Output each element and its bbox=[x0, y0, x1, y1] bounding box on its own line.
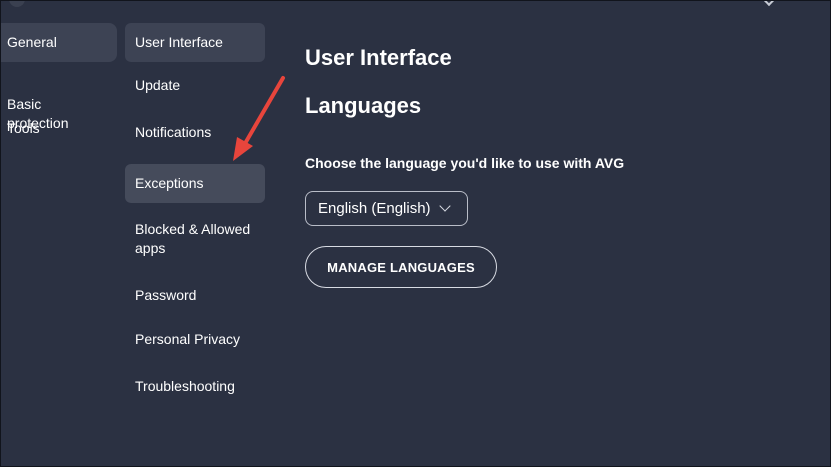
subnav-item-label: Personal Privacy bbox=[135, 331, 241, 347]
manage-languages-label: MANAGE LANGUAGES bbox=[327, 259, 475, 275]
subnav-item-password[interactable]: Password bbox=[125, 274, 265, 316]
subnav-item-blocked-allowed-apps[interactable]: Blocked & Allowed apps bbox=[125, 211, 265, 273]
language-select[interactable]: English (English) bbox=[305, 191, 468, 226]
language-choice-label: Choose the language you'd like to use wi… bbox=[305, 155, 625, 171]
subnav-item-label: Password bbox=[135, 286, 197, 303]
page-title: User Interface bbox=[305, 45, 452, 70]
subnav-item-notifications[interactable]: Notifications bbox=[125, 109, 265, 156]
secondary-sidebar: User Interface Update Notifications Exce… bbox=[125, 23, 265, 410]
primary-sidebar: General Basic protection Tools bbox=[1, 23, 117, 149]
subnav-item-personal-privacy[interactable]: Personal Privacy bbox=[125, 316, 265, 363]
subnav-item-exceptions[interactable]: Exceptions bbox=[125, 164, 265, 203]
subnav-item-label: Exceptions bbox=[135, 175, 204, 191]
sidebar-item-label: General bbox=[7, 34, 57, 50]
subnav-item-user-interface[interactable]: User Interface bbox=[125, 23, 265, 62]
sidebar-item-label: Tools bbox=[7, 120, 40, 136]
subnav-item-troubleshooting[interactable]: Troubleshooting bbox=[125, 363, 265, 410]
sidebar-item-general[interactable]: General bbox=[1, 23, 117, 62]
chevron-down-icon bbox=[438, 199, 451, 212]
subnav-item-label: User Interface bbox=[135, 34, 223, 50]
manage-languages-button[interactable]: MANAGE LANGUAGES bbox=[305, 246, 497, 288]
chevron-down-icon[interactable] bbox=[761, 1, 777, 7]
main-content: User Interface Languages Choose the lang… bbox=[305, 43, 805, 288]
subnav-item-label: Update bbox=[135, 77, 181, 93]
sidebar-item-basic-protection[interactable]: Basic protection bbox=[1, 72, 117, 131]
subnav-item-label: Troubleshooting bbox=[135, 378, 235, 394]
section-title-languages: Languages bbox=[305, 93, 422, 118]
subnav-item-label: Notifications bbox=[135, 124, 212, 140]
settings-window: General Basic protection Tools User Inte… bbox=[0, 0, 831, 467]
subnav-item-update[interactable]: Update bbox=[125, 62, 265, 109]
subnav-item-label: Blocked & Allowed apps bbox=[135, 221, 251, 256]
app-logo-icon bbox=[9, 1, 25, 7]
language-select-value: English (English) bbox=[318, 200, 431, 217]
